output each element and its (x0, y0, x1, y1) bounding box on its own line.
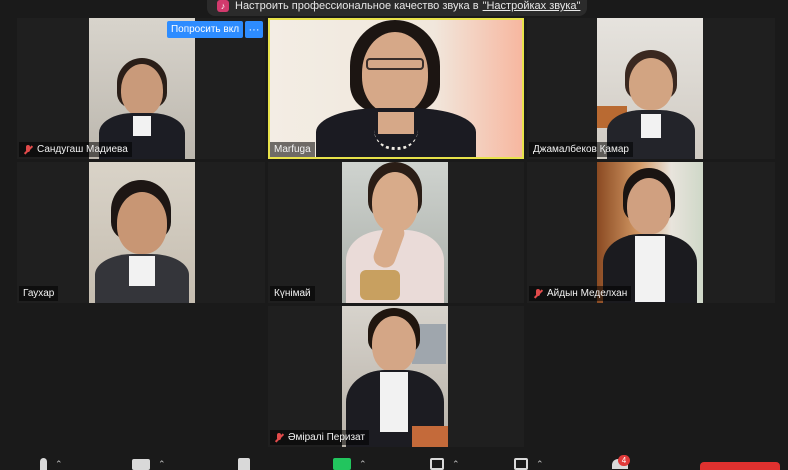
participant-video (597, 18, 703, 159)
record-icon (430, 458, 444, 470)
participant-name-tag: Гаухар (19, 286, 59, 301)
participant-tile[interactable]: Сандугаш Мадиева (17, 18, 265, 159)
music-icon: ♪ (217, 0, 229, 12)
participant-video (342, 162, 448, 303)
mute-icon (533, 288, 543, 299)
participant-name: Сандугаш Мадиева (37, 144, 128, 155)
chevron-up-icon[interactable]: ⌃ (359, 459, 367, 470)
security-shield-icon (238, 458, 250, 470)
share-screen-control[interactable]: ⌃ (333, 458, 367, 470)
audio-settings-link[interactable]: "Настройках звука" (483, 0, 581, 12)
request-camera-button[interactable]: Попросить вкл (167, 21, 243, 38)
mute-icon (274, 432, 284, 443)
participant-name: Айдын Меделхан (547, 288, 628, 299)
participant-tile[interactable]: Күнімай (268, 162, 524, 303)
participant-tile[interactable]: Әміралі Перизат (268, 306, 524, 447)
video-camera-icon (132, 458, 150, 470)
microphone-control[interactable]: ⌃ (40, 458, 63, 470)
security-control[interactable] (238, 458, 250, 470)
microphone-icon (40, 458, 47, 470)
participant-name-tag: Күнімай (270, 286, 315, 301)
participant-name: Marfuga (274, 144, 311, 155)
participant-name: Джамалбеков Қамар (533, 144, 629, 155)
participant-video (89, 18, 195, 159)
chevron-up-icon[interactable]: ⌃ (158, 459, 166, 470)
chevron-up-icon[interactable]: ⌃ (536, 459, 544, 470)
participant-name: Әміралі Перизат (288, 432, 365, 443)
participant-name-tag: Сандугаш Мадиева (19, 142, 132, 157)
share-screen-icon (333, 458, 351, 470)
participant-name-tag: Джамалбеков Қамар (529, 142, 633, 157)
participant-tile[interactable]: Гаухар (17, 162, 265, 303)
banner-text: Настроить профессиональное качество звук… (235, 0, 479, 12)
tile-more-options-button[interactable]: ··· (245, 21, 263, 38)
participant-name-tag: Marfuga (270, 142, 315, 157)
mute-icon (23, 144, 33, 155)
record-control[interactable]: ⌃ (430, 458, 460, 470)
chevron-up-icon[interactable]: ⌃ (55, 459, 63, 470)
participant-tile-active[interactable]: Marfuga (268, 18, 524, 159)
meeting-toolbar: ⌃ ⌃ ⌃ ⌃ ⌃ (0, 456, 788, 470)
chevron-up-icon[interactable]: ⌃ (452, 459, 460, 470)
participant-name-tag: Айдын Меделхан (529, 286, 632, 301)
participant-video (597, 162, 703, 303)
notification-badge: 4 (618, 455, 630, 466)
more-icon (514, 458, 528, 470)
participant-name: Гаухар (23, 288, 55, 299)
participant-tile[interactable]: Айдын Меделхан (527, 162, 775, 303)
participant-video (342, 306, 448, 447)
participant-video (89, 162, 195, 303)
end-meeting-button[interactable] (700, 462, 780, 470)
video-control[interactable]: ⌃ (132, 458, 166, 470)
participant-tile[interactable]: Джамалбеков Қамар (527, 18, 775, 159)
participant-name-tag: Әміралі Перизат (270, 430, 369, 445)
meeting-window: Сандугаш Мадиева Marfuga Джамалбеков Қам… (0, 0, 788, 470)
participant-name: Күнімай (274, 288, 311, 299)
participant-video (270, 20, 522, 157)
more-control[interactable]: ⌃ (514, 458, 544, 470)
audio-notification-banner[interactable]: ♪ Настроить профессиональное качество зв… (207, 0, 587, 16)
